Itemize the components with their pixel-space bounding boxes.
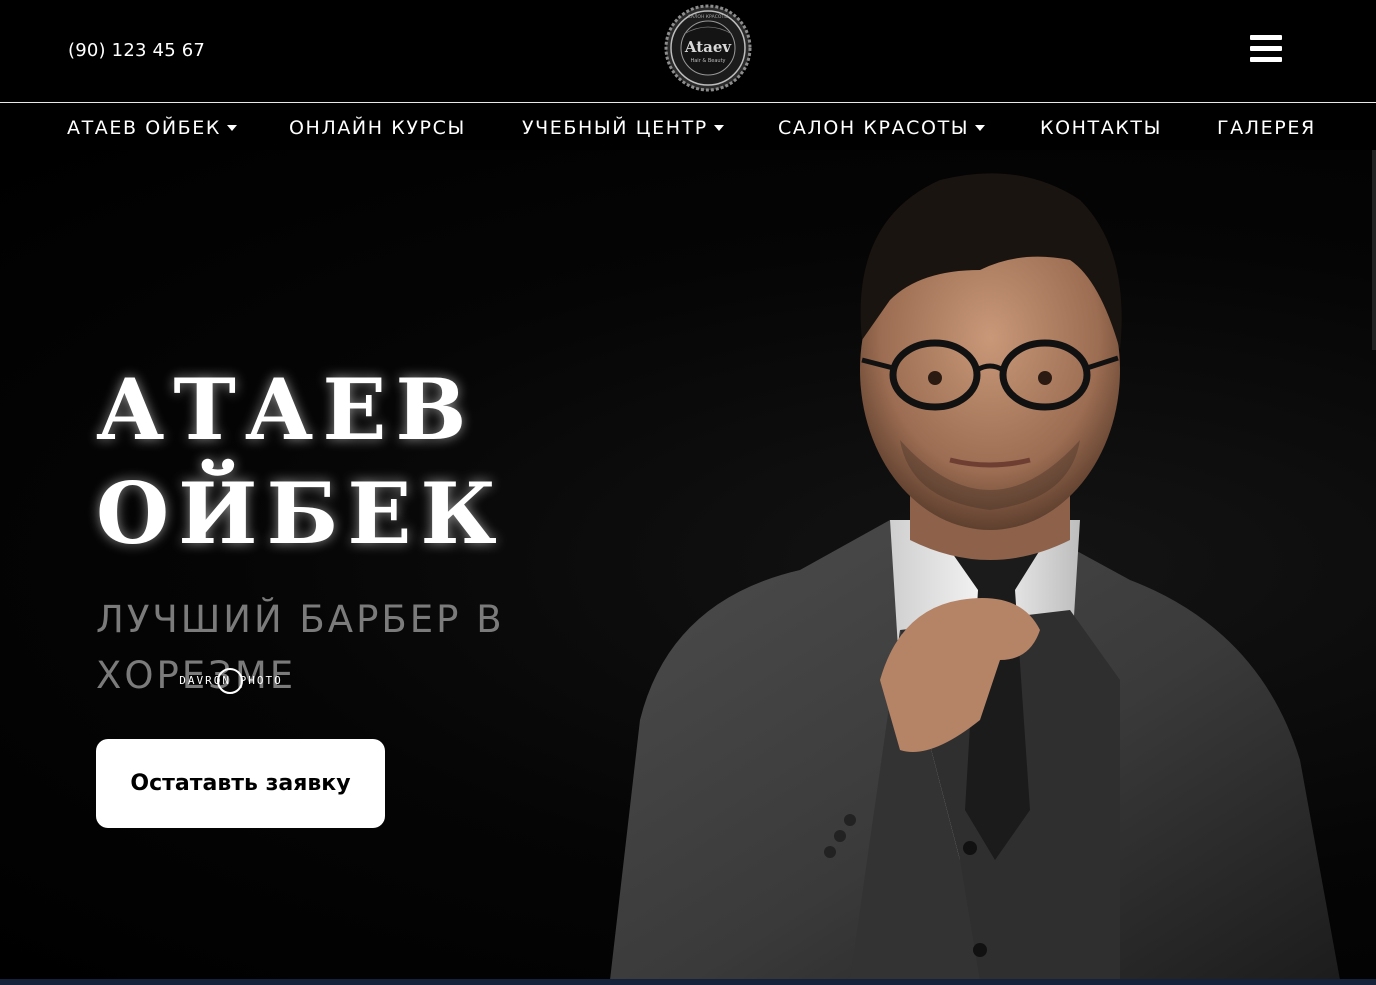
logo-name: Ataev (684, 38, 733, 56)
scrollbar-edge (1372, 150, 1376, 350)
bottom-divider (0, 979, 1376, 985)
watermark-text: DAVRON PHOTO (179, 674, 282, 687)
nav-item-ataev-oybek[interactable]: АТАЕВ ОЙБЕК (67, 117, 237, 139)
hero-title-line2: ОЙБЕК (96, 464, 506, 563)
hero-title-line1: АТАЕВ (96, 360, 476, 459)
caret-down-icon (713, 125, 724, 131)
logo-tagline: Hair & Beauty (690, 58, 725, 64)
nav-item-training-center[interactable]: УЧЕБНЫЙ ЦЕНТР (522, 117, 724, 139)
nav-item-label: КОНТАКТЫ (1040, 117, 1162, 139)
main-nav: АТАЕВ ОЙБЕК ОНЛАЙН КУРСЫ УЧЕБНЫЙ ЦЕНТР С… (0, 102, 1376, 151)
caret-down-icon (226, 125, 237, 131)
phone-number-link[interactable]: (90) 123 45 67 (68, 40, 205, 61)
page: (90) 123 45 67 Ataev Hair & Beauty САЛОН… (0, 0, 1376, 985)
photographer-watermark: DAVRON PHOTO (179, 668, 282, 694)
top-bar: (90) 123 45 67 Ataev Hair & Beauty САЛОН… (0, 0, 1376, 102)
ataev-logo[interactable]: Ataev Hair & Beauty САЛОН КРАСОТЫ (664, 4, 752, 92)
nav-item-contacts[interactable]: КОНТАКТЫ (1040, 117, 1162, 139)
nav-item-online-courses[interactable]: ОНЛАЙН КУРСЫ (289, 117, 466, 139)
logo-ring-text: САЛОН КРАСОТЫ (688, 14, 728, 20)
nav-item-label: УЧЕБНЫЙ ЦЕНТР (522, 117, 708, 139)
nav-item-label: САЛОН КРАСОТЫ (778, 117, 970, 139)
hamburger-icon[interactable] (1250, 35, 1282, 63)
nav-item-beauty-salon[interactable]: САЛОН КРАСОТЫ (778, 117, 986, 139)
nav-item-label: ОНЛАЙН КУРСЫ (289, 117, 466, 139)
portrait-image (610, 173, 1340, 980)
nav-item-label: ГАЛЕРЕЯ (1217, 117, 1316, 139)
request-button[interactable]: Остатавть заявку (96, 739, 385, 828)
nav-item-gallery[interactable]: ГАЛЕРЕЯ (1217, 117, 1316, 139)
caret-down-icon (975, 125, 986, 131)
nav-item-label: АТАЕВ ОЙБЕК (67, 117, 221, 139)
hero-title: АТАЕВ ОЙБЕК (96, 358, 656, 566)
